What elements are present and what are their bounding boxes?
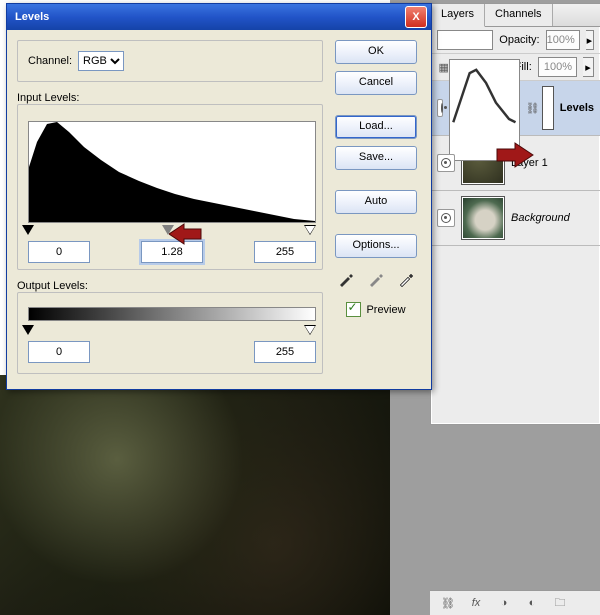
layer-row-levels[interactable]: ⛓ Levels xyxy=(431,81,600,136)
white-eyedropper-icon[interactable] xyxy=(396,269,416,289)
black-eyedropper-icon[interactable] xyxy=(336,269,356,289)
input-white-field[interactable] xyxy=(254,241,316,263)
ok-button[interactable]: OK xyxy=(335,40,417,64)
input-levels-group xyxy=(17,104,323,270)
histogram[interactable] xyxy=(28,121,316,223)
close-button[interactable]: X xyxy=(405,6,427,28)
levels-dialog: Levels X Channel: RGB Input Levels: xyxy=(6,3,432,390)
blend-mode-select[interactable] xyxy=(437,30,493,50)
white-point-handle[interactable] xyxy=(304,225,316,235)
channel-group: Channel: RGB xyxy=(17,40,323,82)
output-white-handle[interactable] xyxy=(304,325,316,335)
tab-channels[interactable]: Channels xyxy=(485,4,552,26)
blend-row: Opacity: 100% ▸ xyxy=(431,27,600,54)
eyedropper-row xyxy=(336,269,416,289)
panel-tabs: Layers Channels xyxy=(431,4,600,27)
link-layers-icon[interactable]: ⛓ xyxy=(440,595,456,611)
layer-name[interactable]: Levels xyxy=(560,102,594,114)
preview-row: Preview xyxy=(346,302,405,317)
tab-layers[interactable]: Layers xyxy=(431,4,485,27)
output-gradient[interactable] xyxy=(28,307,316,321)
link-icon: ⛓ xyxy=(526,102,536,115)
fx-icon[interactable]: fx xyxy=(468,595,484,611)
input-gamma-field[interactable] xyxy=(141,241,203,263)
adjustment-thumb[interactable] xyxy=(449,59,520,161)
opacity-label: Opacity: xyxy=(499,34,539,46)
group-icon[interactable]: 🗀 xyxy=(552,595,568,611)
layers-footer: ⛓ fx ◑ ◐ 🗀 xyxy=(430,590,600,615)
gray-eyedropper-icon[interactable] xyxy=(366,269,386,289)
fill-flyout[interactable]: ▸ xyxy=(583,57,594,77)
layer-name[interactable]: Background xyxy=(511,212,570,224)
channel-select[interactable]: RGB xyxy=(78,51,124,71)
preview-checkbox[interactable] xyxy=(346,302,361,317)
gamma-handle[interactable] xyxy=(162,225,174,235)
cancel-button[interactable]: Cancel xyxy=(335,71,417,95)
layer-mask-thumb[interactable] xyxy=(542,86,554,130)
adjustment-icon[interactable]: ◐ xyxy=(524,595,540,611)
output-levels-group xyxy=(17,292,323,374)
document-canvas[interactable] xyxy=(0,375,390,615)
output-black-handle[interactable] xyxy=(22,325,34,335)
input-black-field[interactable] xyxy=(28,241,90,263)
load-button[interactable]: Load... xyxy=(335,115,417,139)
input-slider[interactable] xyxy=(28,225,316,237)
opacity-value[interactable]: 100% xyxy=(546,30,580,50)
fill-value[interactable]: 100% xyxy=(538,57,577,77)
output-black-field[interactable] xyxy=(28,341,90,363)
save-button[interactable]: Save... xyxy=(335,146,417,170)
mask-icon[interactable]: ◑ xyxy=(496,595,512,611)
titlebar[interactable]: Levels X xyxy=(7,4,431,30)
opacity-flyout[interactable]: ▸ xyxy=(586,30,594,50)
dialog-title: Levels xyxy=(15,11,405,23)
output-slider[interactable] xyxy=(28,325,316,337)
output-levels-label: Output Levels: xyxy=(17,280,323,292)
output-white-field[interactable] xyxy=(254,341,316,363)
layers-panel: Layers Channels Opacity: 100% ▸ ▦ ✎ ✥ 🔒 … xyxy=(430,3,600,425)
options-button[interactable]: Options... xyxy=(335,234,417,258)
preview-label: Preview xyxy=(366,304,405,316)
visibility-toggle[interactable] xyxy=(437,99,443,117)
dialog-button-column: OK Cancel Load... Save... Auto Options..… xyxy=(331,40,421,317)
input-levels-label: Input Levels: xyxy=(17,92,323,104)
layer-row-background[interactable]: Background xyxy=(431,191,600,246)
black-point-handle[interactable] xyxy=(22,225,34,235)
channel-label: Channel: xyxy=(28,55,72,67)
layer-thumb[interactable] xyxy=(461,196,505,240)
visibility-toggle[interactable] xyxy=(437,154,455,172)
visibility-toggle[interactable] xyxy=(437,209,455,227)
auto-button[interactable]: Auto xyxy=(335,190,417,214)
